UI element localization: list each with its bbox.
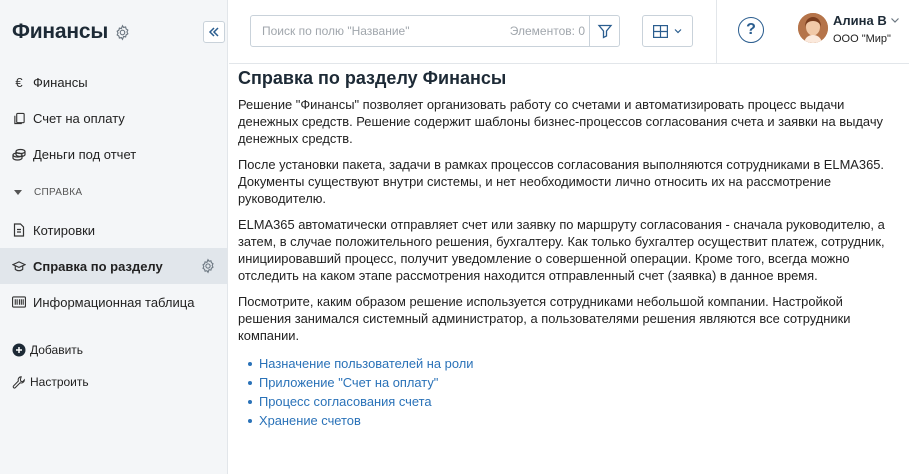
list-item: Назначение пользователей на роли (248, 354, 888, 373)
help-content: Справка по разделу Финансы Решение "Фина… (238, 68, 888, 430)
sidebar-section-label: СПРАВКА (34, 186, 83, 198)
double-chevron-left-icon (208, 27, 219, 37)
help-link-approval-process[interactable]: Процесс согласования счета (259, 394, 432, 409)
elements-count: Элементов: 0 (509, 24, 585, 38)
caret-down-icon (14, 189, 22, 195)
paragraph: Посмотрите, каким образом решение исполь… (238, 294, 851, 343)
search-input[interactable] (251, 16, 510, 46)
sidebar-item-label: Счет на оплату (33, 110, 125, 126)
help-link-invoice-storage[interactable]: Хранение счетов (259, 413, 361, 428)
euro-icon: € (15, 74, 23, 90)
chevron-down-icon (674, 29, 682, 34)
add-button-label: Добавить (30, 343, 84, 357)
configure-button-label: Настроить (30, 375, 89, 389)
document-icon (12, 223, 26, 237)
sidebar-item-advance[interactable]: Деньги под отчет (0, 136, 227, 172)
help-button[interactable]: ? (738, 17, 764, 43)
user-name[interactable]: Алина В (833, 13, 887, 28)
chevron-down-icon[interactable] (890, 15, 900, 25)
document-copy-icon (12, 111, 26, 125)
gear-icon[interactable] (114, 24, 131, 41)
paragraph: Решение "Финансы" позволяет организовать… (238, 97, 883, 146)
sidebar-item-quotes[interactable]: Котировки (0, 212, 227, 248)
configure-button[interactable]: Настроить (0, 366, 228, 398)
list-item: Хранение счетов (248, 411, 888, 430)
sidebar-item-info-table[interactable]: Информационная таблица (0, 284, 227, 320)
user-organization: ООО "Мир" (833, 33, 891, 45)
sidebar-header: Финансы (0, 0, 227, 64)
sidebar-item-label: Финансы (33, 74, 88, 90)
sidebar-section-help[interactable]: СПРАВКА (0, 172, 227, 212)
barcode-icon (12, 295, 26, 309)
avatar[interactable] (798, 13, 828, 43)
paragraph: ELMA365 автоматически отправляет счет ил… (238, 217, 885, 283)
top-bar: Элементов: 0 ? Алина В ООО "Мир" (229, 0, 909, 64)
wrench-icon (12, 375, 26, 389)
plus-circle-icon (12, 343, 26, 357)
help-link-roles[interactable]: Назначение пользователей на роли (259, 356, 473, 371)
page-title: Справка по разделу Финансы (238, 68, 507, 88)
paragraph: После установки пакета, задачи в рамках … (238, 157, 884, 206)
sidebar-actions: Добавить Настроить (0, 334, 228, 398)
filter-icon (597, 24, 612, 39)
help-link-invoice-app[interactable]: Приложение "Счет на оплату" (259, 375, 438, 390)
app-title: Финансы (12, 20, 109, 43)
list-item: Процесс согласования счета (248, 392, 888, 411)
sidebar-item-finance[interactable]: € Финансы (0, 64, 227, 100)
search-box: Элементов: 0 (250, 15, 620, 47)
sidebar-item-label: Информационная таблица (33, 294, 195, 310)
view-mode-button[interactable] (642, 15, 693, 47)
filter-button[interactable] (589, 16, 619, 46)
collapse-sidebar-button[interactable] (203, 21, 225, 43)
sidebar-item-label: Деньги под отчет (33, 146, 137, 162)
sidebar-nav: € Финансы Счет на оплату Деньги под отче… (0, 64, 227, 320)
list-item: Приложение "Счет на оплату" (248, 373, 888, 392)
graduation-cap-icon (12, 259, 26, 273)
question-icon: ? (746, 21, 756, 38)
coins-icon (12, 147, 26, 161)
divider (716, 0, 717, 64)
gear-icon[interactable] (200, 258, 216, 274)
sidebar-item-label: Котировки (33, 222, 96, 238)
table-view-icon (653, 24, 668, 38)
sidebar-item-invoice[interactable]: Счет на оплату (0, 100, 227, 136)
sidebar: Финансы € Финансы Счет на оплату Деньги … (0, 0, 228, 474)
sidebar-item-label: Справка по разделу (33, 258, 163, 274)
help-links-list: Назначение пользователей на роли Приложе… (248, 354, 888, 430)
add-button[interactable]: Добавить (0, 334, 228, 366)
sidebar-item-section-help[interactable]: Справка по разделу (0, 248, 227, 284)
